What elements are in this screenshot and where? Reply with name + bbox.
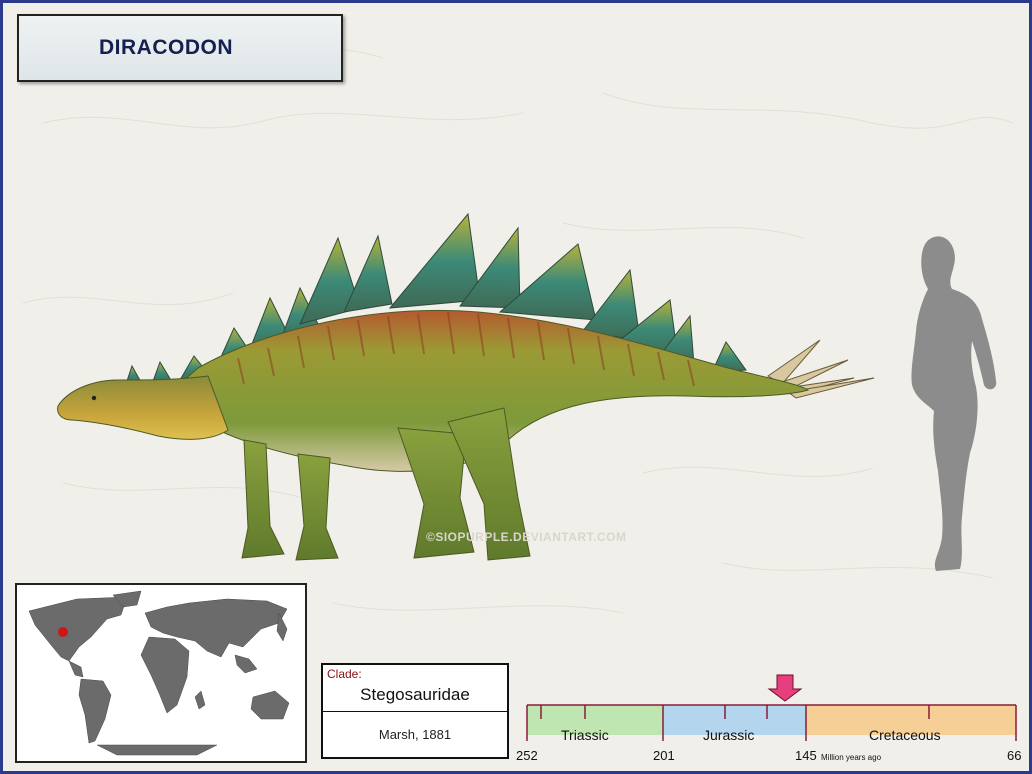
period-triassic: Triassic (561, 727, 609, 743)
human-scale-silhouette (911, 236, 997, 571)
unit-label: Million years ago (821, 753, 882, 762)
poster-frame: DIRACODON ©SIOPURPLE.DEVIANTART.COM Clad… (3, 3, 1029, 771)
boundary-66: 66 (1007, 748, 1022, 763)
world-map (15, 583, 307, 763)
watermark: ©SIOPURPLE.DEVIANTART.COM (426, 530, 627, 544)
diracodon-illustration (57, 212, 875, 561)
time-indicator-arrow (767, 674, 803, 702)
period-cretaceous: Cretaceous (869, 727, 941, 743)
clade-author: Marsh, 1881 (378, 727, 452, 742)
clade-name: Stegosauridae (360, 685, 470, 704)
period-jurassic: Jurassic (703, 727, 755, 743)
clade-box: Clade: Stegosauridae Marsh, 1881 (321, 663, 509, 759)
continent-shapes (28, 590, 290, 756)
boundary-201: 201 (653, 748, 675, 763)
clade-label: Clade: (327, 667, 362, 681)
title-box: DIRACODON (17, 14, 343, 82)
clade-divider (323, 711, 507, 712)
timeline-bars (526, 674, 1017, 741)
boundary-145: 145 (795, 748, 817, 763)
boundary-252: 252 (516, 748, 538, 763)
geologic-timeline: Triassic Jurassic Cretaceous 252 201 145… (516, 671, 1022, 767)
species-title: DIRACODON (99, 36, 233, 59)
fossil-location-marker (58, 627, 68, 637)
